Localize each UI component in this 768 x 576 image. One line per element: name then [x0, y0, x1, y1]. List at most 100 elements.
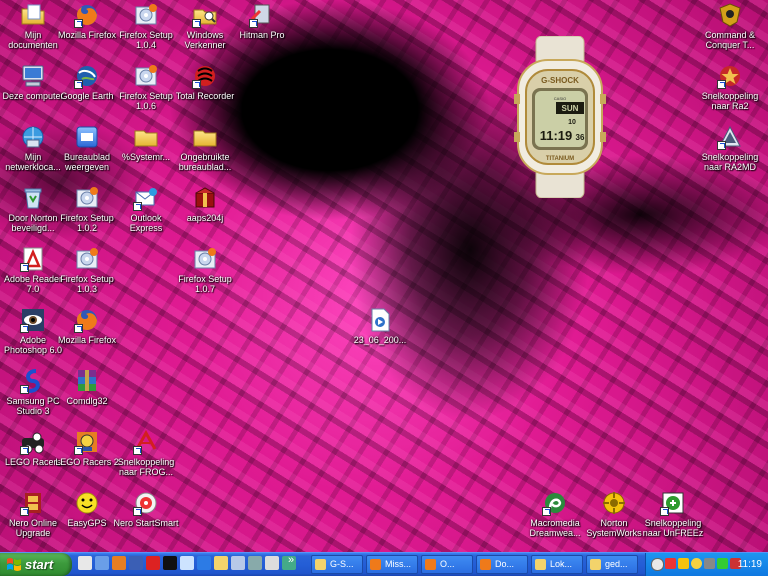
desktop-icon-mozilla-firefox-1[interactable]: Mozilla Firefox	[54, 2, 120, 40]
desktop-icon-firefox-setup-107[interactable]: Firefox Setup 1.0.7	[172, 246, 238, 294]
quicklaunch-outlook-icon[interactable]	[95, 556, 109, 570]
tray-smiley-icon[interactable]	[691, 558, 702, 569]
quicklaunch-ie-icon[interactable]	[78, 556, 92, 570]
desktop-icon-label: Norton SystemWorks	[586, 518, 642, 538]
desktop-icon-firefox-setup-102[interactable]: Firefox Setup 1.0.2	[54, 185, 120, 233]
desktop-icon-hitman-pro[interactable]: Hitman Pro	[229, 2, 295, 40]
tray-norton-icon[interactable]	[678, 558, 689, 569]
dreamweaver-icon	[542, 490, 568, 516]
desktop-icon-firefox-setup-106[interactable]: Firefox Setup 1.0.6	[113, 63, 179, 111]
desktop-icon-snelkoppeling-unfreez[interactable]: Snelkoppeling naar UnFREEz	[640, 490, 706, 538]
unfreez-icon	[660, 490, 686, 516]
watch-maker: CASIO	[554, 96, 566, 101]
quicklaunch-printer-icon[interactable]	[265, 556, 279, 570]
explorer-icon	[192, 2, 218, 28]
samsung-icon	[20, 368, 46, 394]
shortcut-arrow-icon	[133, 446, 142, 455]
taskbar-button[interactable]: ged...	[586, 555, 638, 574]
g-shock-watch-gadget[interactable]: G-SHOCK CASIO SUN 10 11:19 36 TITANIUM	[514, 35, 606, 199]
desktop-icon-label: Hitman Pro	[239, 30, 285, 40]
desktop-icon-firefox-setup-104[interactable]: Firefox Setup 1.0.4	[113, 2, 179, 50]
folder-documents-icon	[20, 2, 46, 28]
desktop-icon-google-earth[interactable]: Google Earth	[54, 63, 120, 101]
desktop-icon-file-23-06[interactable]: 23_06_200...	[347, 307, 413, 345]
shortcut-arrow-icon	[133, 202, 142, 211]
start-label: start	[25, 557, 54, 572]
desktop-icon-label: Outlook Express	[129, 213, 163, 233]
tray-back-icon[interactable]	[651, 558, 664, 571]
firefox-icon	[74, 2, 100, 28]
desktop-icon-aaps204j[interactable]: aaps204j	[172, 185, 238, 223]
desktop-icon-label: Snelkoppeling naar UnFREEz	[642, 518, 704, 538]
network-places-icon	[20, 124, 46, 150]
desktop[interactable]: Mijn documenten Deze computer Mijn netwerk…	[0, 0, 768, 552]
desktop-icon-snelkoppeling-ra2[interactable]: Snelkoppeling naar Ra2	[697, 63, 763, 111]
desktop-icon-total-recorder[interactable]: Total Recorder	[172, 63, 238, 101]
smiley-icon	[74, 490, 100, 516]
shortcut-arrow-icon	[249, 19, 258, 28]
shortcut-arrow-icon	[542, 507, 551, 516]
media-file-icon	[367, 307, 393, 333]
taskbar-button[interactable]: O...	[421, 555, 473, 574]
taskbar-button[interactable]: Lok...	[531, 555, 583, 574]
desktop-icon-nero-startsmart[interactable]: Nero StartSmart	[113, 490, 179, 528]
ra2-icon	[717, 63, 743, 89]
computer-icon	[20, 63, 46, 89]
quicklaunch-show-desktop-icon[interactable]	[129, 556, 143, 570]
quicklaunch-firefox-icon[interactable]	[112, 556, 126, 570]
watch-day: SUN	[562, 104, 579, 113]
shortcut-arrow-icon	[20, 446, 29, 455]
desktop-icon-label: %Systemr...	[121, 152, 170, 162]
watch-date: 10	[568, 119, 576, 126]
shortcut-arrow-icon	[717, 141, 726, 150]
desktop-icon-bureaublad-weergeven[interactable]: Bureaublad weergeven	[54, 124, 120, 172]
desktop-icon-label: Snelkoppeling naar FROG...	[117, 457, 175, 477]
taskbar-button[interactable]: G-S...	[311, 555, 363, 574]
desktop-icon-macromedia-dreamweaver[interactable]: Macromedia Dreamwea...	[522, 490, 588, 538]
desktop-icon-easygps[interactable]: EasyGPS	[54, 490, 120, 528]
quicklaunch-disk-icon[interactable]	[248, 556, 262, 570]
watch-seconds: 36	[576, 133, 585, 142]
quicklaunch-folder-icon[interactable]	[214, 556, 228, 570]
quicklaunch-overflow-icon[interactable]: »	[288, 554, 294, 566]
folder-icon	[133, 124, 159, 150]
desktop-icon-lego-racers-2[interactable]: LEGO Racers 2	[54, 429, 120, 467]
tray-network-icon[interactable]	[717, 558, 728, 569]
taskbar-button-label: O...	[440, 559, 455, 569]
tray-speaker-icon[interactable]	[704, 558, 715, 569]
quicklaunch-window-icon[interactable]	[180, 556, 194, 570]
taskbar-button[interactable]: Miss...	[366, 555, 418, 574]
desktop-icon-command-conquer[interactable]: Command & Conquer T...	[697, 2, 763, 50]
desktop-icon-mozilla-firefox-2[interactable]: Mozilla Firefox	[54, 307, 120, 345]
watch-time: 11:19	[540, 128, 573, 143]
firefox-icon	[425, 559, 436, 570]
desktop-icon-label: Comdlg32	[66, 396, 108, 406]
desktop-icon-outlook-express[interactable]: Outlook Express	[113, 185, 179, 233]
tray-antivirus-icon[interactable]	[665, 558, 676, 569]
package-icon	[192, 185, 218, 211]
firefox-icon	[74, 307, 100, 333]
desktop-icon-label: Google Earth	[60, 91, 114, 101]
system-tray: 11:19	[645, 553, 768, 576]
quicklaunch-media-icon[interactable]	[163, 556, 177, 570]
quicklaunch-ie2-icon[interactable]	[197, 556, 211, 570]
quicklaunch-nero-icon[interactable]	[146, 556, 160, 570]
desktop-icon-ongebruikte-bureaublad[interactable]: Ongebruikte bureaublad...	[172, 124, 238, 172]
winrar-icon	[74, 368, 100, 394]
shortcut-arrow-icon	[192, 19, 201, 28]
taskbar-button[interactable]: Do...	[476, 555, 528, 574]
desktop-icon-label: Firefox Setup 1.0.3	[60, 274, 114, 294]
desktop-icon-systemroot[interactable]: %Systemr...	[113, 124, 179, 162]
taskbar: start » G-S... Miss... O... Do... Lok... ged.…	[0, 552, 768, 576]
shortcut-arrow-icon	[74, 324, 83, 333]
quicklaunch-mail-icon[interactable]	[231, 556, 245, 570]
desktop-icon-snelkoppeling-frog[interactable]: Snelkoppeling naar FROG...	[113, 429, 179, 477]
desktop-icon-label: Ongebruikte bureaublad...	[178, 152, 232, 172]
start-button[interactable]: start	[0, 553, 72, 576]
desktop-icon-firefox-setup-103[interactable]: Firefox Setup 1.0.3	[54, 246, 120, 294]
desktop-icon-norton-systemworks[interactable]: Norton SystemWorks	[581, 490, 647, 538]
taskbar-clock[interactable]: 11:19	[738, 553, 762, 576]
desktop-icon-snelkoppeling-ra2md[interactable]: Snelkoppeling naar RA2MD	[697, 124, 763, 172]
desktop-icon-comdlg32[interactable]: Comdlg32	[54, 368, 120, 406]
desktop-icon-label: Firefox Setup 1.0.4	[119, 30, 173, 50]
